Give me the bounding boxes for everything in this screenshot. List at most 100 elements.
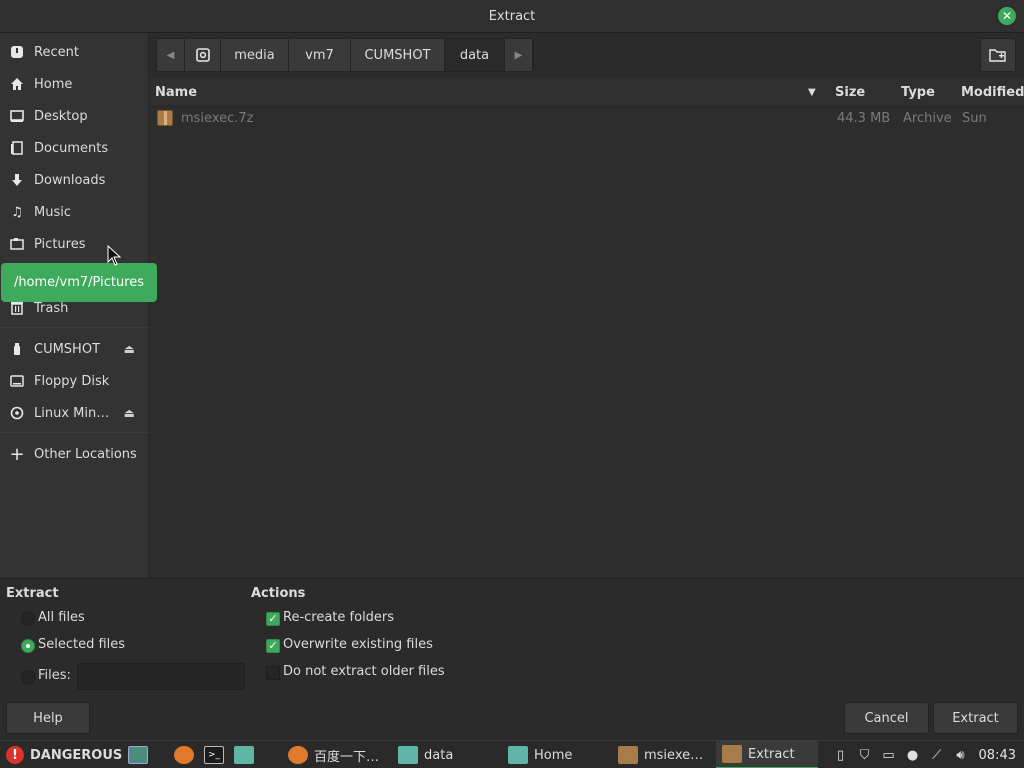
skip-older-files-label[interactable]: Do not extract older files [283, 664, 445, 679]
sidebar-item-label: Recent [34, 44, 79, 60]
cancel-button[interactable]: Cancel [844, 702, 929, 734]
sidebar-item-linux-mint[interactable]: Linux Min… ⏏ [0, 398, 149, 428]
warning-icon: ! [6, 746, 24, 764]
desktop-icon [9, 108, 25, 124]
sidebar-item-floppy-disk[interactable]: Floppy Disk [0, 366, 149, 396]
warning-applet[interactable]: ! DANGEROUS [6, 741, 122, 768]
sidebar-item-music[interactable]: ♫ Music [0, 197, 149, 227]
close-icon: ✕ [1001, 9, 1013, 23]
shield-icon[interactable]: ⛉ [857, 747, 873, 763]
folder-icon [508, 746, 528, 764]
network-icon[interactable]: ⟋ [929, 747, 945, 763]
actions-heading: Actions [251, 586, 306, 601]
title-bar: Extract ✕ [0, 0, 1024, 33]
help-button[interactable]: Help [6, 702, 90, 734]
sidebar-item-label: Pictures [34, 236, 86, 252]
sidebar-item-other-locations[interactable]: + Other Locations [0, 439, 149, 469]
firefox-icon [174, 746, 194, 764]
taskbar-window-msiexec[interactable]: msiexe… [612, 741, 709, 768]
selected-files-label[interactable]: Selected files [38, 637, 125, 652]
taskbar-window-label: data [424, 747, 454, 763]
column-modified[interactable]: Modified [961, 85, 1024, 100]
sidebar-item-pictures[interactable]: Pictures [0, 229, 149, 259]
crumb-media[interactable]: media [221, 39, 289, 71]
scroll-right-button[interactable]: ▶ [505, 39, 533, 71]
crumb-data[interactable]: data [445, 39, 505, 71]
sidebar-item-label: Other Locations [34, 446, 137, 462]
terminal-icon: >_ [204, 746, 224, 764]
new-folder-button[interactable] [980, 38, 1016, 72]
close-button[interactable]: ✕ [998, 7, 1016, 25]
files-pattern-input[interactable] [77, 663, 245, 690]
files-launcher[interactable] [234, 741, 260, 768]
display-icon[interactable]: ▭ [881, 747, 897, 763]
file-list: Name ▼ Size Type Modified msiexec.7z 44.… [149, 78, 1024, 578]
taskbar-window-browser[interactable]: 百度一下… [282, 741, 385, 768]
usb-drive-icon [9, 341, 25, 357]
sidebar-item-downloads[interactable]: Downloads [0, 165, 149, 195]
window-title: Extract [488, 8, 536, 24]
table-row[interactable]: msiexec.7z 44.3 MB Archive Sun [149, 107, 1024, 131]
sidebar-item-label: Desktop [34, 108, 88, 124]
chevron-right-icon: ▶ [514, 49, 523, 61]
column-header: Name ▼ Size Type Modified [149, 78, 1024, 107]
overwrite-files-checkbox[interactable]: ✓ [266, 639, 280, 653]
firefox-launcher[interactable] [174, 741, 200, 768]
sidebar-item-label: Documents [34, 140, 109, 156]
selected-files-radio[interactable] [21, 639, 35, 653]
column-name[interactable]: Name [155, 85, 197, 100]
sidebar-item-recent[interactable]: Recent [0, 37, 149, 67]
taskbar-window-label: 百度一下… [314, 749, 380, 765]
show-desktop-launcher[interactable] [128, 741, 154, 768]
eject-icon[interactable]: ⏏ [124, 406, 135, 420]
path-bar: ◀ media vm7 CUMSHOT data ▶ [149, 33, 1024, 78]
sidebar-item-home[interactable]: Home [0, 69, 149, 99]
floppy-icon [9, 373, 25, 389]
extract-button[interactable]: Extract [933, 702, 1018, 734]
file-modified: Sun [962, 111, 987, 126]
overwrite-files-label[interactable]: Overwrite existing files [283, 637, 433, 652]
scroll-left-button[interactable]: ◀ [157, 39, 185, 71]
skip-older-files-checkbox[interactable] [266, 666, 280, 680]
taskbar-window-extract[interactable]: Extract [716, 741, 818, 768]
files-pattern-radio[interactable] [21, 670, 35, 684]
sidebar-item-label: Downloads [34, 172, 106, 188]
column-type[interactable]: Type [901, 85, 935, 100]
all-files-radio[interactable] [21, 612, 35, 626]
sidebar-item-cumshot[interactable]: CUMSHOT ⏏ [0, 334, 149, 364]
places-sidebar: Recent Home Desktop Documents Downloads … [0, 33, 149, 578]
drive-icon [195, 48, 210, 62]
update-icon[interactable]: ▯ [833, 747, 849, 763]
eject-icon[interactable]: ⏏ [124, 342, 135, 356]
system-tray: ▯ ⛉ ▭ ● ⟋ 🔊︎ 08:43 [829, 741, 1024, 768]
downloads-icon [9, 172, 25, 188]
recreate-folders-label[interactable]: Re-create folders [283, 610, 394, 625]
terminal-launcher[interactable]: >_ [204, 741, 230, 768]
file-size: 44.3 MB [837, 111, 891, 126]
sidebar-item-desktop[interactable]: Desktop [0, 101, 149, 131]
new-folder-icon [989, 49, 1006, 62]
checkmark-icon: ✓ [268, 612, 278, 625]
sidebar-item-documents[interactable]: Documents [0, 133, 149, 163]
clock-icon [9, 44, 25, 60]
taskbar-window-home[interactable]: Home [502, 741, 578, 768]
user-icon[interactable]: ● [905, 747, 921, 763]
plus-icon: + [9, 443, 25, 465]
sidebar-item-label: Trash [34, 300, 69, 316]
sort-descending-icon[interactable]: ▼ [808, 87, 816, 98]
crumb-vm7[interactable]: vm7 [289, 39, 351, 71]
all-files-label[interactable]: All files [38, 610, 85, 625]
crumb-drive[interactable] [185, 39, 221, 71]
file-type: Archive [903, 111, 952, 126]
sidebar-separator [0, 432, 149, 433]
archive-icon [722, 745, 742, 763]
recreate-folders-checkbox[interactable]: ✓ [266, 612, 280, 626]
files-label[interactable]: Files: [38, 668, 71, 683]
optical-disc-icon [9, 405, 25, 421]
volume-icon[interactable]: 🔊︎ [953, 747, 969, 763]
column-size[interactable]: Size [835, 85, 865, 100]
breadcrumb: ◀ media vm7 CUMSHOT data ▶ [156, 38, 534, 72]
taskbar-window-data[interactable]: data [392, 741, 459, 768]
clock[interactable]: 08:43 [979, 748, 1016, 763]
crumb-cumshot[interactable]: CUMSHOT [351, 39, 445, 71]
